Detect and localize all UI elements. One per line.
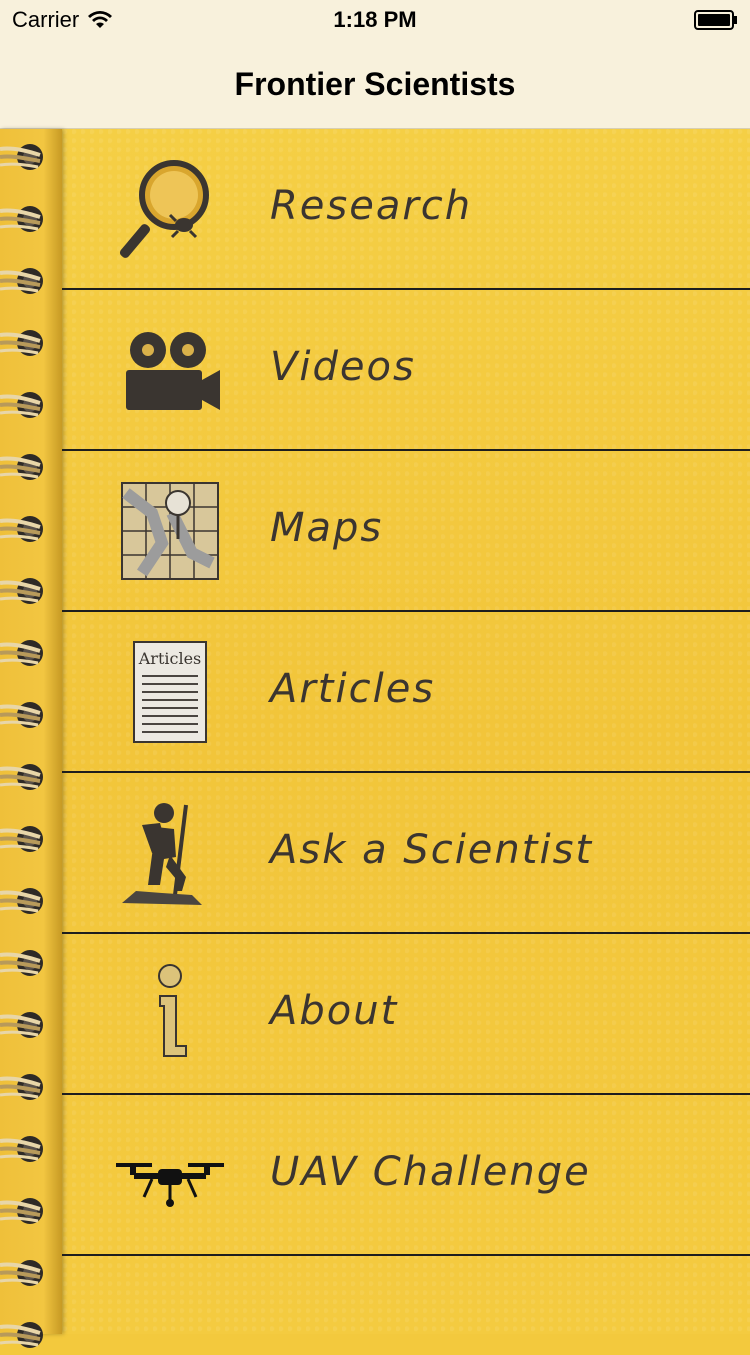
notebook-spine: [0, 129, 62, 1348]
spiral-ring: [0, 578, 43, 604]
navigation-bar: Frontier Scientists: [0, 40, 750, 129]
articles-icon-text: Articles: [138, 649, 202, 668]
spiral-ring: [0, 1322, 43, 1348]
menu-item-label: UAV Challenge: [270, 1149, 591, 1195]
notebook-background: Research Videos Maps Articles Articles A…: [0, 129, 750, 1348]
menu-item-maps[interactable]: Maps: [62, 451, 750, 612]
spiral-ring: [0, 206, 43, 232]
spiral-ring: [0, 1074, 43, 1100]
map-pin-icon: [121, 482, 219, 580]
menu-item-uav-challenge[interactable]: UAV Challenge: [62, 1095, 750, 1256]
articles-document-icon: Articles: [133, 641, 207, 743]
spiral-ring: [0, 950, 43, 976]
spiral-ring: [0, 1198, 43, 1224]
drone-icon: [116, 1163, 224, 1207]
menu-item-label: Videos: [270, 344, 416, 390]
spiral-ring: [0, 454, 43, 480]
menu-item-label: Maps: [270, 505, 384, 551]
spiral-ring: [0, 268, 43, 294]
hiker-icon: [122, 803, 202, 905]
spiral-ring: [0, 1012, 43, 1038]
magnifier-bug-icon: [119, 160, 209, 258]
menu-item-about[interactable]: About: [62, 934, 750, 1095]
menu-item-research[interactable]: Research: [62, 129, 750, 290]
main-menu: Research Videos Maps Articles Articles A…: [62, 129, 750, 1256]
spiral-ring: [0, 888, 43, 914]
page-title: Frontier Scientists: [234, 66, 516, 102]
spiral-ring: [0, 640, 43, 666]
menu-item-label: Research: [270, 183, 473, 229]
spiral-ring: [0, 392, 43, 418]
status-bar: Carrier 1:18 PM: [0, 0, 750, 40]
info-icon: [158, 964, 187, 1057]
menu-item-ask-a-scientist[interactable]: Ask a Scientist: [62, 773, 750, 934]
battery-icon: [694, 10, 737, 30]
spiral-ring: [0, 764, 43, 790]
spiral-ring: [0, 144, 43, 170]
menu-item-label: Ask a Scientist: [270, 827, 594, 873]
menu-item-label: Articles: [270, 666, 436, 712]
spiral-ring: [0, 826, 43, 852]
menu-item-videos[interactable]: Videos: [62, 290, 750, 451]
menu-item-articles[interactable]: Articles Articles: [62, 612, 750, 773]
spiral-ring: [0, 1260, 43, 1286]
menu-item-label: About: [270, 988, 399, 1034]
movie-camera-icon: [126, 332, 220, 410]
spiral-ring: [0, 330, 43, 356]
spiral-ring: [0, 516, 43, 542]
spiral-ring: [0, 702, 43, 728]
spiral-ring: [0, 1136, 43, 1162]
status-time: 1:18 PM: [333, 7, 417, 32]
